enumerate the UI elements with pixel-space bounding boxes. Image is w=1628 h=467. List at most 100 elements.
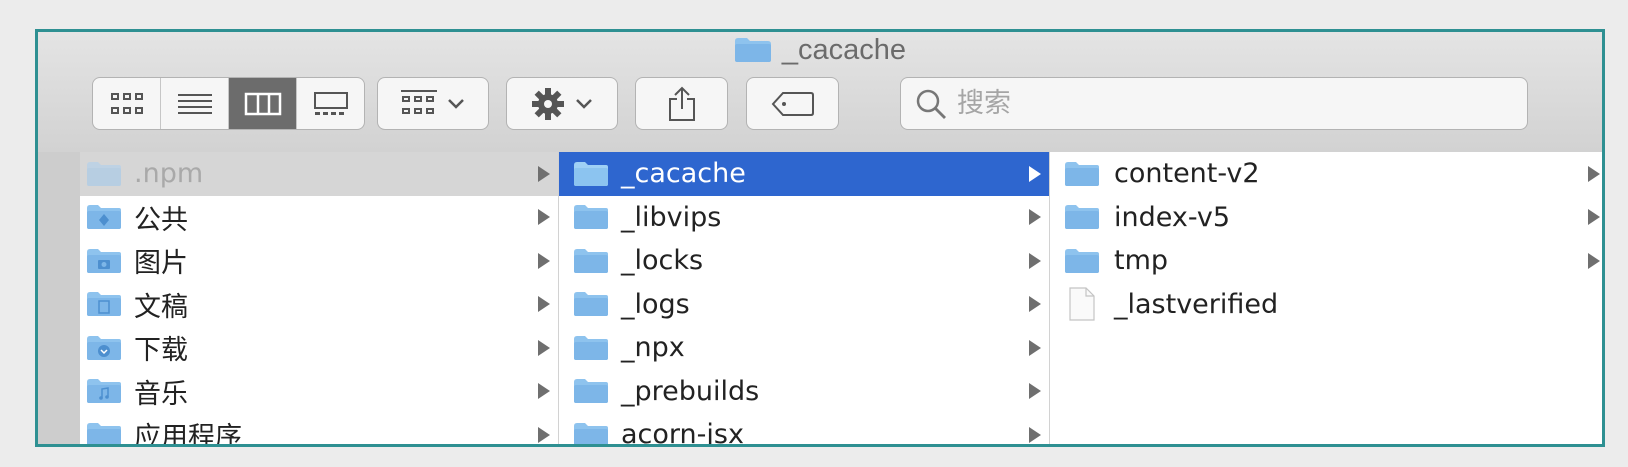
item-label: content-v2	[1114, 158, 1260, 190]
item-label: _lastverified	[1114, 288, 1279, 320]
folder-icon	[574, 292, 608, 317]
view-mode-segment	[92, 77, 365, 130]
icon-view-button[interactable]	[93, 78, 161, 129]
list-item[interactable]: 下载	[80, 326, 558, 370]
list-item[interactable]: _lastverified	[1050, 283, 1602, 327]
disclosure-arrow-icon	[538, 339, 550, 356]
window-title: _cacache	[38, 32, 1602, 70]
list-item[interactable]: _libvips	[559, 196, 1049, 240]
item-label: 图片	[134, 248, 188, 280]
disclosure-arrow-icon	[538, 426, 550, 443]
folder-icon	[574, 248, 608, 273]
disclosure-arrow-icon	[1029, 426, 1041, 443]
disclosure-arrow-icon	[538, 383, 550, 400]
column-3[interactable]: content-v2 index-v5 tmp _lastverified	[1050, 152, 1602, 444]
folder-icon	[87, 161, 121, 186]
search-input[interactable]	[955, 87, 1479, 120]
documents-folder-icon	[87, 292, 121, 317]
folder-icon	[574, 205, 608, 230]
disclosure-arrow-icon	[1588, 209, 1600, 226]
public-folder-icon	[87, 205, 121, 230]
share-icon	[668, 86, 695, 121]
list-item[interactable]: content-v2	[1050, 152, 1602, 196]
disclosure-arrow-icon	[1588, 165, 1600, 182]
column-view-button[interactable]	[229, 78, 297, 129]
folder-icon	[574, 379, 608, 404]
list-item[interactable]: tmp	[1050, 239, 1602, 283]
disclosure-arrow-icon	[1029, 209, 1041, 226]
toolbar: _cacache	[38, 32, 1602, 153]
search-icon	[916, 89, 946, 119]
folder-icon	[574, 335, 608, 360]
list-item[interactable]: .npm	[80, 152, 558, 196]
document-icon	[1069, 287, 1095, 321]
list-view-button[interactable]	[161, 78, 229, 129]
item-label: 文稿	[134, 291, 188, 323]
previous-column-gutter	[38, 152, 81, 444]
list-item[interactable]: 文稿	[80, 283, 558, 327]
item-label: 公共	[134, 204, 188, 236]
list-item[interactable]: _cacache	[559, 152, 1049, 196]
item-label: _libvips	[621, 201, 722, 233]
folder-icon	[734, 38, 771, 62]
folder-icon	[1065, 161, 1099, 186]
item-label: _cacache	[621, 158, 746, 190]
item-label: 下载	[134, 335, 188, 367]
applications-folder-icon	[87, 422, 121, 444]
item-label: acorn-jsx	[621, 419, 744, 444]
gear-icon	[532, 87, 564, 120]
item-label: _npx	[621, 332, 685, 364]
folder-icon	[574, 161, 608, 186]
list-item[interactable]: 音乐	[80, 370, 558, 414]
grid-icon	[110, 92, 143, 114]
list-item[interactable]: 图片	[80, 239, 558, 283]
folder-icon	[1065, 205, 1099, 230]
list-item[interactable]: index-v5	[1050, 196, 1602, 240]
folder-icon	[1065, 248, 1099, 273]
disclosure-arrow-icon	[538, 296, 550, 313]
list-item[interactable]: _npx	[559, 326, 1049, 370]
list-item[interactable]: acorn-jsx	[559, 413, 1049, 444]
disclosure-arrow-icon	[538, 165, 550, 182]
columns-icon	[244, 92, 281, 115]
window-title-label: _cacache	[781, 33, 907, 66]
item-label: .npm	[134, 158, 204, 190]
item-label: _prebuilds	[621, 375, 760, 407]
group-icon	[401, 89, 437, 114]
item-label: _logs	[621, 288, 690, 320]
list-item[interactable]: 公共	[80, 196, 558, 240]
disclosure-arrow-icon	[1029, 383, 1041, 400]
finder-window: _cacache 搜索 .npm 公共 图片 文稿 下载 音乐 应用程序 _ca…	[35, 29, 1605, 447]
disclosure-arrow-icon	[1029, 252, 1041, 269]
tag-icon	[771, 91, 814, 116]
disclosure-arrow-icon	[538, 252, 550, 269]
item-label: _locks	[621, 245, 704, 277]
chevron-down-icon	[448, 98, 464, 109]
disclosure-arrow-icon	[538, 209, 550, 226]
list-icon	[177, 93, 212, 114]
share-button[interactable]	[635, 77, 728, 130]
downloads-folder-icon	[87, 335, 121, 360]
chevron-down-icon	[576, 98, 592, 109]
list-item[interactable]: _logs	[559, 283, 1049, 327]
disclosure-arrow-icon	[1029, 296, 1041, 313]
item-label: 音乐	[134, 378, 188, 410]
gallery-view-button[interactable]	[297, 78, 364, 129]
item-label: 应用程序	[134, 422, 242, 444]
list-item[interactable]: 应用程序	[80, 413, 558, 444]
gallery-icon	[313, 91, 348, 115]
item-label: index-v5	[1114, 201, 1231, 233]
tag-button[interactable]	[746, 77, 839, 130]
item-label: tmp	[1114, 245, 1169, 277]
column-1[interactable]: .npm 公共 图片 文稿 下载 音乐 应用程序	[80, 152, 559, 444]
pictures-folder-icon	[87, 248, 121, 273]
action-button[interactable]	[506, 77, 618, 130]
column-browser: .npm 公共 图片 文稿 下载 音乐 应用程序 _cacache _libvi…	[38, 152, 1602, 444]
list-item[interactable]: _prebuilds	[559, 370, 1049, 414]
list-item[interactable]: _locks	[559, 239, 1049, 283]
search-field[interactable]	[900, 77, 1528, 130]
column-2[interactable]: _cacache _libvips _locks _logs _npx _pre…	[559, 152, 1050, 444]
group-by-button[interactable]	[377, 77, 489, 130]
disclosure-arrow-icon	[1029, 339, 1041, 356]
disclosure-arrow-icon	[1029, 165, 1041, 182]
